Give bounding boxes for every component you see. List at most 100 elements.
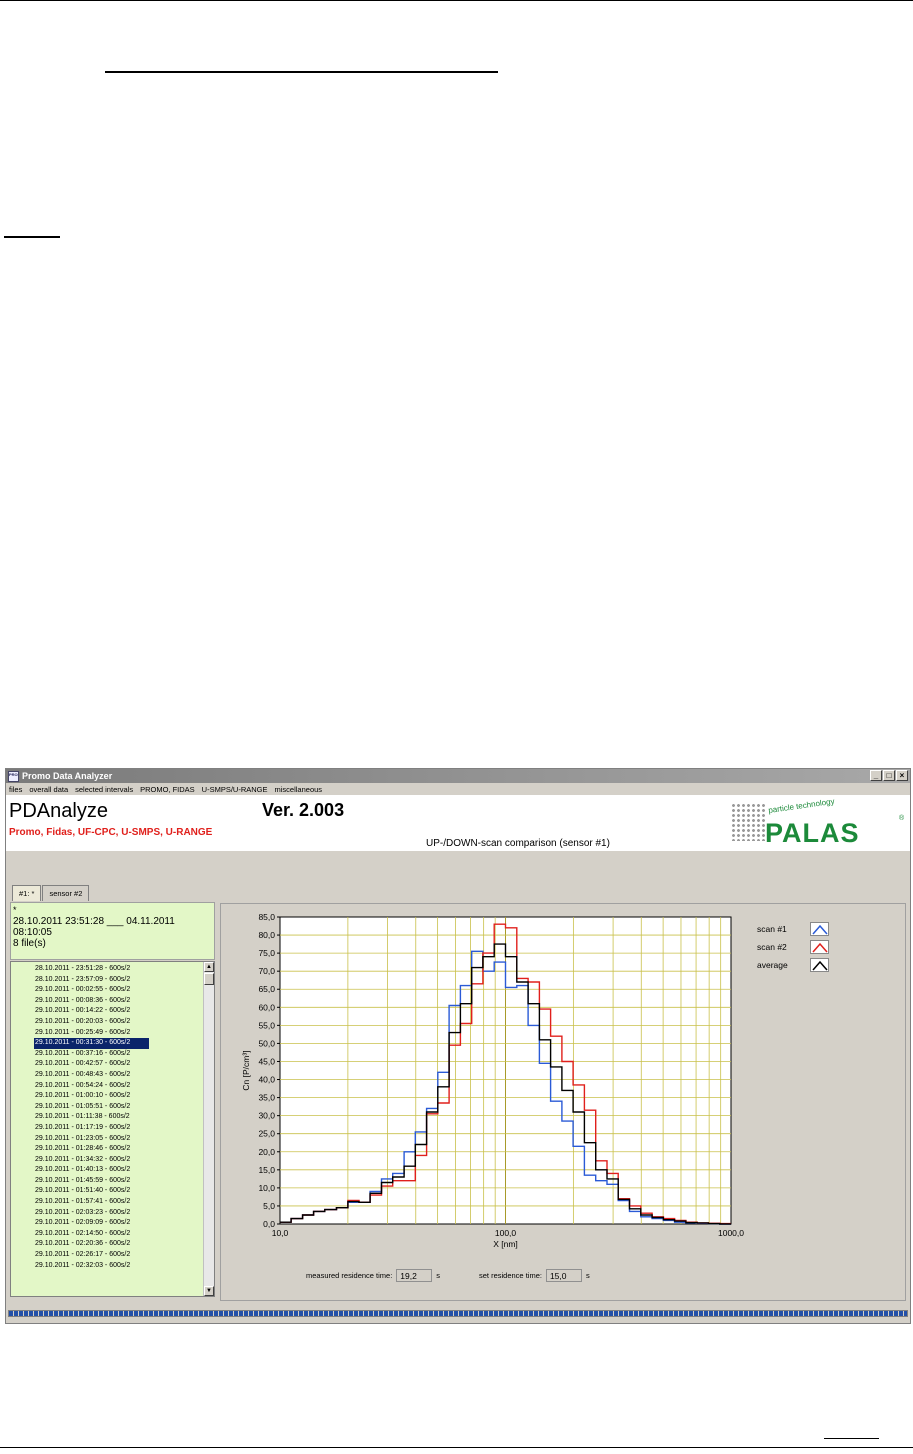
file-list: 28.10.2011 - 23:51:28 - 600s/2 28.10.2011… [10,961,215,1297]
y-tick-label: 15,0 [258,1165,275,1175]
file-list-item[interactable]: 29.10.2011 - 01:05:51 - 600s/2 [11,1102,204,1113]
document-top-rule [0,0,913,1]
y-tick-label: 35,0 [258,1093,275,1103]
app-subtitle: Promo, Fidas, UF-CPC, U-SMPS, U-RANGE [9,827,213,838]
file-list-item[interactable]: 29.10.2011 - 01:00:10 - 600s/2 [11,1091,204,1102]
file-list-item[interactable]: 29.10.2011 - 00:08:36 - 600s/2 [11,996,204,1007]
file-list-item[interactable]: 29.10.2011 - 00:42:57 - 600s/2 [11,1059,204,1070]
file-list-item[interactable]: 29.10.2011 - 02:26:17 - 600s/2 [11,1250,204,1261]
chart-title: UP-/DOWN-scan comparison (sensor #1) [426,838,610,849]
logo-wordmark: PALAS [765,818,860,848]
file-list-item[interactable]: 29.10.2011 - 02:09:09 - 600s/2 [11,1218,204,1229]
scroll-up-arrow-icon[interactable]: ▲ [204,962,214,972]
menu-u-smps-u-range[interactable]: U-SMPS/U-RANGE [202,785,268,794]
file-list-scrollbar[interactable]: ▲ ▼ [203,962,214,1296]
file-list-item[interactable]: 29.10.2011 - 01:23:05 - 600s/2 [11,1134,204,1145]
file-list-item[interactable]: 29.10.2011 - 02:03:23 - 600s/2 [11,1208,204,1219]
file-list-item[interactable]: 29.10.2011 - 00:14:22 - 600s/2 [11,1006,204,1017]
file-list-item[interactable]: 29.10.2011 - 01:34:32 - 600s/2 [11,1155,204,1166]
legend-item-scan-1[interactable]: scan #1 [757,920,847,938]
legend-item-scan-2[interactable]: scan #2 [757,938,847,956]
file-list-item[interactable]: 29.10.2011 - 01:28:46 - 600s/2 [11,1144,204,1155]
menu-selected-intervals[interactable]: selected intervals [75,785,133,794]
y-tick-label: 80,0 [258,930,275,940]
x-tick-label: 1000,0 [718,1228,744,1238]
scroll-down-arrow-icon[interactable]: ▼ [204,1286,214,1296]
y-tick-label: 20,0 [258,1147,275,1157]
minimize-button[interactable]: _ [870,770,882,781]
app-header: PDAnalyze Ver. 2.003 Promo, Fidas, UF-CP… [6,795,910,851]
y-tick-label: 85,0 [258,912,275,922]
y-tick-label: 45,0 [258,1056,275,1066]
legend-label: scan #1 [757,924,787,934]
window-title: Promo Data Analyzer [22,771,113,781]
logo-tagline: particle technology [767,796,836,815]
file-list-item[interactable]: 29.10.2011 - 01:51:40 - 600s/2 [11,1186,204,1197]
set-residence-group: set residence time: 15,0 s [479,1269,590,1282]
file-list-item[interactable]: 29.10.2011 - 00:48:43 - 600s/2 [11,1070,204,1081]
file-list-item[interactable]: 29.10.2011 - 00:31:30 - 600s/2 [34,1038,149,1049]
chart-legend: scan #1 scan #2 average [757,920,847,974]
file-list-rows: 28.10.2011 - 23:51:28 - 600s/2 28.10.2011… [11,964,204,1271]
file-list-item[interactable]: 29.10.2011 - 02:20:36 - 600s/2 [11,1239,204,1250]
legend-label: average [757,960,788,970]
logo-registered-mark: ® [899,815,905,822]
x-tick-label: 100,0 [495,1228,517,1238]
file-list-item[interactable]: 28.10.2011 - 23:57:09 - 600s/2 [11,975,204,986]
file-list-item[interactable]: 29.10.2011 - 01:45:59 - 600s/2 [11,1176,204,1187]
y-tick-label: 40,0 [258,1075,275,1085]
file-list-item[interactable]: 29.10.2011 - 00:25:49 - 600s/2 [11,1028,204,1039]
app-version: Ver. 2.003 [262,800,345,820]
menu-files[interactable]: files [9,785,22,794]
file-list-item[interactable]: 29.10.2011 - 01:11:38 - 600s/2 [11,1112,204,1123]
legend-item-average[interactable]: average [757,956,847,974]
y-tick-label: 65,0 [258,984,275,994]
y-tick-label: 50,0 [258,1038,275,1048]
maximize-button[interactable]: □ [883,770,895,781]
measured-residence-field[interactable]: 19,2 [396,1269,433,1282]
document-subheading-underline [4,236,60,238]
file-list-item[interactable]: 29.10.2011 - 01:40:13 - 600s/2 [11,1165,204,1176]
legend-label: scan #2 [757,942,787,952]
x-axis-label: X [nm] [493,1239,518,1249]
x-tick-label: 10,0 [272,1228,289,1238]
menu-overall-data[interactable]: overall data [29,785,68,794]
logo-dot-pattern [731,803,767,841]
y-tick-label: 75,0 [258,948,275,958]
selection-info: * 28.10.2011 23:51:28 ___ 04.11.2011 08:… [10,902,215,960]
tab-sensor-1[interactable]: #1: * [12,885,42,901]
y-tick-label: 25,0 [258,1129,275,1139]
file-list-item[interactable]: 29.10.2011 - 01:17:19 - 600s/2 [11,1123,204,1134]
y-tick-label: 60,0 [258,1002,275,1012]
menu-miscellaneous[interactable]: miscellaneous [275,785,323,794]
app-window: PROMO Promo Data Analyzer _ □ × files ov… [5,768,911,1324]
tab-sensor-2[interactable]: sensor #2 [42,885,90,901]
y-tick-label: 5,0 [263,1201,275,1211]
sensor-tabs: #1: * sensor #2 [12,885,90,901]
chart-panel: 0,0 5,0 10,0 15,0 20,0 25,0 30,0 35,0 40,0 45,0 50… [220,903,906,1301]
file-list-item[interactable]: 29.10.2011 - 01:57:41 - 600s/2 [11,1197,204,1208]
measured-residence-label: measured residence time: [306,1271,393,1280]
title-bar[interactable]: PROMO Promo Data Analyzer _ □ × [6,769,910,783]
set-residence-field[interactable]: 15,0 [545,1269,582,1282]
file-list-item[interactable]: 29.10.2011 - 00:20:03 - 600s/2 [11,1017,204,1028]
file-list-item[interactable]: 29.10.2011 - 00:37:16 - 600s/2 [11,1049,204,1060]
close-button[interactable]: × [896,770,908,781]
file-list-item[interactable]: 29.10.2011 - 00:02:55 - 600s/2 [11,985,204,996]
app-icon: PROMO [8,770,19,782]
selection-marker: * [13,905,17,915]
file-list-item[interactable]: 29.10.2011 - 02:32:03 - 600s/2 [11,1261,204,1272]
file-list-item[interactable]: 29.10.2011 - 00:54:24 - 600s/2 [11,1081,204,1092]
line-swatch-icon [810,940,829,954]
set-residence-label: set residence time: [479,1271,542,1280]
document-footer-rule [824,1438,879,1439]
menu-promo-fidas[interactable]: PROMO, FIDAS [140,785,195,794]
measured-residence-unit: s [436,1271,441,1280]
file-list-item[interactable]: 29.10.2011 - 02:14:50 - 600s/2 [11,1229,204,1240]
y-tick-label: 55,0 [258,1020,275,1030]
file-list-item[interactable]: 28.10.2011 - 23:51:28 - 600s/2 [11,964,204,975]
date-range: 28.10.2011 23:51:28 ___ 04.11.2011 08:10… [13,916,175,938]
scroll-thumb[interactable] [204,973,214,985]
y-tick-label: 30,0 [258,1111,275,1121]
line-swatch-icon [810,958,829,972]
